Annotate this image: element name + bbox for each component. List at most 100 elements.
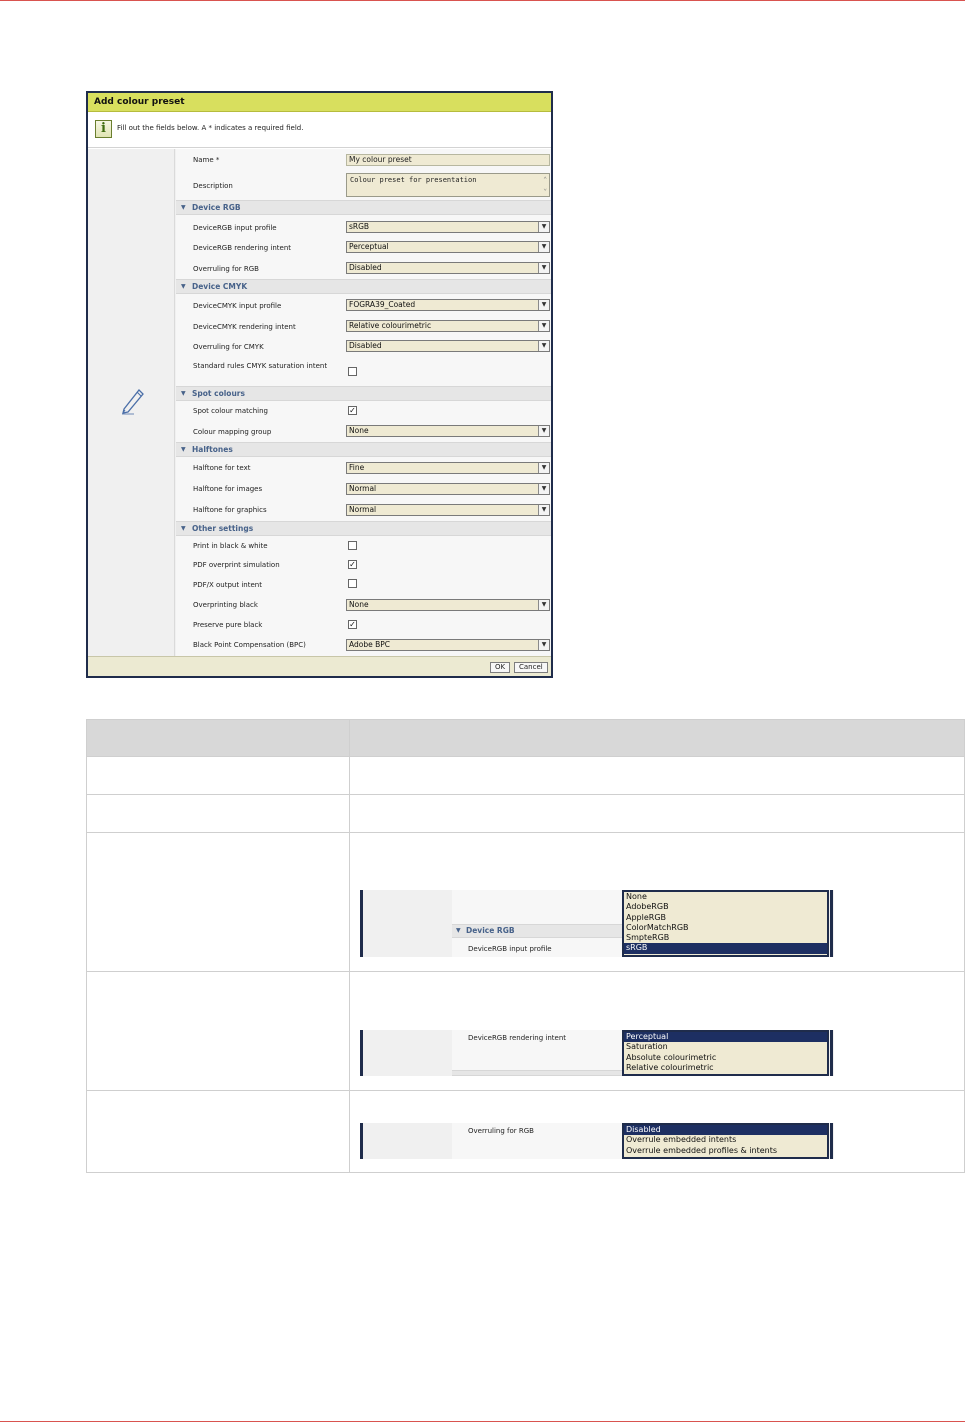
snippet-right-border <box>830 890 833 957</box>
cmyk-input-profile-select[interactable]: FOGRA39_Coated ▼ <box>346 299 550 311</box>
snippet-left-border <box>360 1030 363 1076</box>
chevron-down-icon[interactable]: ▼ <box>538 321 549 331</box>
pdf-overprint-checkbox[interactable]: ✓ <box>348 560 357 569</box>
textarea-scroll-icon[interactable]: ⌃ ⌄ <box>543 175 547 193</box>
ok-button[interactable]: OK <box>490 662 511 673</box>
print-bw-checkbox[interactable] <box>348 541 357 550</box>
select-value: Fine <box>349 463 365 472</box>
select-value: Disabled <box>349 341 382 350</box>
table-cell <box>349 756 965 795</box>
section-device-rgb[interactable]: ▼ Device RGB <box>176 200 551 215</box>
list-item[interactable]: AdobeRGB <box>624 902 827 912</box>
list-item[interactable]: AppleRGB <box>624 913 827 923</box>
snippet-rgb-rendering-intent: DeviceRGB rendering intent Perceptual Sa… <box>360 1030 834 1076</box>
section-title: Device CMYK <box>192 282 248 291</box>
section-other-settings[interactable]: ▼ Other settings <box>176 521 551 536</box>
list-item[interactable]: SmpteRGB <box>624 933 827 943</box>
print-bw-label: Print in black & white <box>193 542 268 550</box>
overruling-rgb-label: Overruling for RGB <box>193 265 259 273</box>
rgb-input-profile-listbox[interactable]: None AdobeRGB AppleRGB ColorMatchRGB Smp… <box>622 890 829 957</box>
section-spot-colours[interactable]: ▼ Spot colours <box>176 386 551 401</box>
chevron-down-icon[interactable]: ▼ <box>538 341 549 351</box>
rgb-input-profile-select[interactable]: sRGB ▼ <box>346 221 550 233</box>
pdfx-output-intent-checkbox[interactable] <box>348 579 357 588</box>
snippet-overruling-rgb: Overruling for RGB Disabled Overrule emb… <box>360 1123 834 1159</box>
page-bottom-rule <box>0 1421 965 1422</box>
cancel-button[interactable]: Cancel <box>514 662 548 673</box>
cmyk-input-profile-label: DeviceCMYK input profile <box>193 302 282 310</box>
pdf-overprint-label: PDF overprint simulation <box>193 561 280 569</box>
name-input[interactable]: My colour preset <box>346 154 550 166</box>
chevron-down-icon[interactable]: ▼ <box>538 505 549 515</box>
description-textarea[interactable]: Colour preset for presentation ⌃ ⌄ <box>346 173 550 197</box>
preserve-pure-black-checkbox[interactable]: ✓ <box>348 620 357 629</box>
overruling-cmyk-select[interactable]: Disabled ▼ <box>346 340 550 352</box>
chevron-down-icon[interactable]: ▼ <box>538 600 549 610</box>
rgb-rendering-intent-select[interactable]: Perceptual ▼ <box>346 241 550 253</box>
list-item[interactable]: ColorMatchRGB <box>624 923 827 933</box>
list-item-selected[interactable]: Perceptual <box>624 1032 827 1043</box>
colour-mapping-group-select[interactable]: None ▼ <box>346 425 550 437</box>
snippet-section-device-rgb[interactable]: ▼ Device RGB <box>452 924 622 938</box>
chevron-down-icon[interactable]: ▼ <box>538 640 549 650</box>
chevron-down-icon[interactable]: ▼ <box>538 484 549 494</box>
colour-mapping-group-label: Colour mapping group <box>193 428 272 436</box>
chevron-down-icon[interactable]: ▼ <box>538 300 549 310</box>
section-title: Other settings <box>192 524 254 533</box>
table-cell <box>349 794 965 833</box>
preset-form: Name * My colour preset Description Colo… <box>176 149 551 656</box>
table-cell <box>86 971 350 1091</box>
collapse-triangle-icon: ▼ <box>456 927 461 934</box>
select-value: Normal <box>349 484 377 493</box>
snippet-rgb-input-profile: ▼ Device RGB DeviceRGB input profile Non… <box>360 890 834 957</box>
halftone-images-select[interactable]: Normal ▼ <box>346 483 550 495</box>
pdfx-output-intent-label: PDF/X output intent <box>193 581 262 589</box>
select-value: Relative colourimetric <box>349 321 432 330</box>
chevron-down-icon[interactable]: ▼ <box>538 263 549 273</box>
list-item[interactable]: Relative colourimetric <box>624 1063 827 1073</box>
section-halftones[interactable]: ▼ Halftones <box>176 442 551 457</box>
list-item[interactable]: Overrule embedded intents <box>624 1135 827 1145</box>
section-device-cmyk[interactable]: ▼ Device CMYK <box>176 279 551 294</box>
cmyk-rendering-intent-label: DeviceCMYK rendering intent <box>193 323 296 331</box>
list-item[interactable]: Overrule embedded profiles & intents <box>624 1146 827 1156</box>
table-row <box>86 756 965 795</box>
select-value: Disabled <box>349 263 382 272</box>
overruling-rgb-listbox[interactable]: Disabled Overrule embedded intents Overr… <box>622 1123 829 1159</box>
cmyk-rendering-intent-select[interactable]: Relative colourimetric ▼ <box>346 320 550 332</box>
chevron-down-icon[interactable]: ▼ <box>538 222 549 232</box>
cmyk-saturation-intent-checkbox[interactable] <box>348 367 357 376</box>
halftone-text-select[interactable]: Fine ▼ <box>346 462 550 474</box>
list-item[interactable]: Saturation <box>624 1042 827 1052</box>
section-title: Device RGB <box>192 203 241 212</box>
halftone-text-label: Halftone for text <box>193 464 251 472</box>
chevron-down-icon[interactable]: ▼ <box>538 463 549 473</box>
spot-colour-matching-checkbox[interactable]: ✓ <box>348 406 357 415</box>
chevron-down-icon[interactable]: ▼ <box>538 426 549 436</box>
bpc-label: Black Point Compensation (BPC) <box>193 641 306 649</box>
chevron-down-icon[interactable]: ▼ <box>538 242 549 252</box>
rgb-rendering-intent-listbox[interactable]: Perceptual Saturation Absolute colourime… <box>622 1030 829 1076</box>
snippet-left-border <box>360 1123 363 1159</box>
collapse-triangle-icon: ▼ <box>181 446 186 453</box>
name-label: Name * <box>193 156 220 164</box>
list-item[interactable]: Absolute colourimetric <box>624 1053 827 1063</box>
halftone-images-label: Halftone for images <box>193 485 263 493</box>
list-item[interactable]: None <box>624 892 827 902</box>
section-title: Device RGB <box>466 926 515 935</box>
dialog-body: Name * My colour preset Description Colo… <box>88 149 551 656</box>
select-value: Perceptual <box>349 242 389 251</box>
collapse-triangle-icon: ▼ <box>181 283 186 290</box>
bpc-select[interactable]: Adobe BPC ▼ <box>346 639 550 651</box>
select-value: FOGRA39_Coated <box>349 300 416 309</box>
section-title: Spot colours <box>192 389 245 398</box>
spot-colour-matching-label: Spot colour matching <box>193 407 269 415</box>
collapse-triangle-icon: ▼ <box>181 525 186 532</box>
overprinting-black-select[interactable]: None ▼ <box>346 599 550 611</box>
select-value: Adobe BPC <box>349 640 391 649</box>
overruling-rgb-select[interactable]: Disabled ▼ <box>346 262 550 274</box>
dialog-footer: OK Cancel <box>88 656 551 676</box>
list-item-selected[interactable]: sRGB <box>624 943 827 954</box>
halftone-graphics-select[interactable]: Normal ▼ <box>346 504 550 516</box>
list-item-selected[interactable]: Disabled <box>624 1125 827 1136</box>
